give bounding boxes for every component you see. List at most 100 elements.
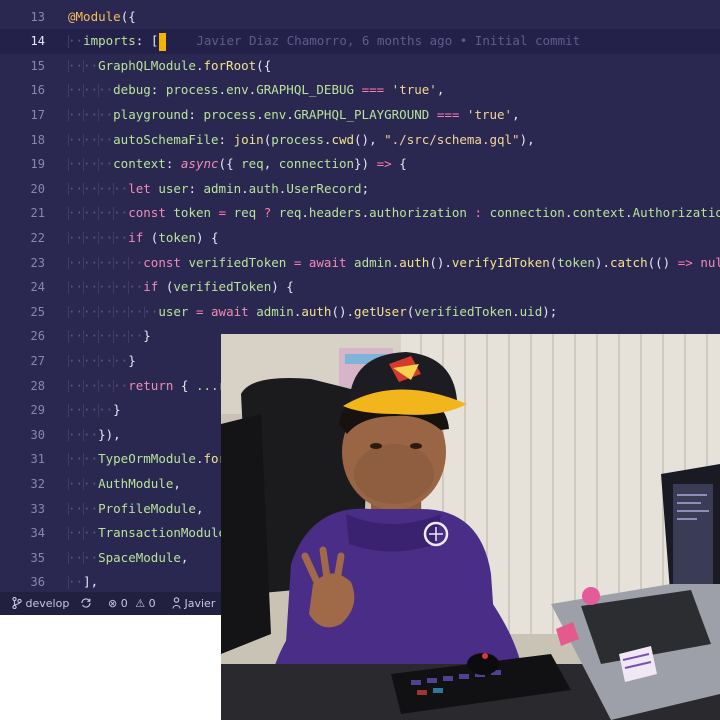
line-number: 16 — [30, 83, 45, 98]
code-text: ··········const verifiedToken = await ad… — [68, 251, 720, 276]
code-text: ············user = await admin.auth().ge… — [68, 300, 557, 325]
code-line[interactable]: 22 ········if (token) { — [0, 226, 720, 251]
code-token: : — [188, 180, 204, 196]
whitespace-marker: ···· — [68, 500, 99, 516]
code-token: === — [361, 82, 385, 98]
code-line[interactable]: 18 ······autoSchemaFile: join(process.cwd… — [0, 128, 720, 153]
code-token: , — [195, 500, 204, 516]
problems-indicator[interactable]: ⊗ 0 ⚠ 0 — [108, 592, 156, 615]
code-token: env — [226, 82, 249, 98]
code-token: ) { — [195, 229, 219, 245]
code-token: . — [512, 303, 520, 319]
code-token: (). — [331, 303, 355, 319]
code-token: join — [233, 131, 264, 147]
whitespace-marker: ········ — [68, 377, 129, 393]
code-token: 'true' — [466, 106, 513, 122]
branch-indicator[interactable]: develop — [12, 592, 69, 615]
sync-button[interactable] — [80, 592, 92, 615]
code-token: }), — [98, 426, 121, 442]
code-token: } — [143, 328, 151, 344]
code-token: . — [218, 82, 227, 98]
code-token: connection — [489, 205, 565, 221]
code-token: forRoot — [203, 57, 257, 73]
code-token: admin — [256, 303, 294, 319]
code-line[interactable]: 17 ······playground: process.env.GRAPHQL_… — [0, 103, 720, 128]
code-line[interactable]: 14 ··imports: [Javier Diaz Chamorro, 6 mo… — [0, 29, 720, 54]
developer-photo-illustration — [221, 334, 720, 720]
code-line[interactable]: 24 ··········if (verifiedToken) { — [0, 275, 720, 300]
line-number: 27 — [30, 353, 45, 368]
code-token: getUser — [354, 303, 407, 319]
code-token: ({ — [218, 156, 242, 172]
text-cursor — [159, 32, 167, 51]
code-line[interactable]: 20 ········let user: admin.auth.UserRecor… — [0, 177, 720, 202]
line-number: 33 — [30, 501, 45, 516]
code-text: ····ProfileModule, — [68, 497, 203, 522]
code-text: ······debug: process.env.GRAPHQL_DEBUG =… — [68, 78, 444, 103]
code-text: ········let user: admin.auth.UserRecord; — [68, 177, 369, 202]
code-token: debug — [113, 82, 151, 98]
code-token: user — [158, 303, 189, 319]
code-token: catch — [609, 254, 648, 270]
code-token: AuthModule — [98, 475, 174, 491]
code-token: playground — [113, 106, 189, 122]
error-icon: ⊗ — [108, 597, 118, 610]
code-token: : — [165, 156, 181, 172]
code-token: 'true' — [391, 82, 437, 98]
person-icon — [172, 597, 181, 609]
code-token: TransactionModule — [98, 525, 227, 541]
code-token: verifyIdToken — [451, 254, 550, 270]
line-number: 15 — [30, 58, 45, 73]
code-token: : — [150, 82, 166, 98]
code-token: }) — [354, 156, 377, 172]
code-line[interactable]: 15 ····GraphQLModule.forRoot({ — [0, 54, 720, 79]
whitespace-marker: ···· — [68, 57, 99, 73]
code-token: , — [512, 106, 520, 122]
code-token: await — [308, 254, 347, 270]
code-line[interactable]: 21 ········const token = req ? req.header… — [0, 201, 720, 226]
line-number: 32 — [30, 476, 45, 491]
code-line[interactable]: 13 @Module({ — [0, 5, 720, 30]
code-token: auth — [301, 303, 332, 319]
code-token: process — [203, 106, 257, 122]
code-line[interactable]: 25 ············user = await admin.auth().… — [0, 300, 720, 325]
code-token: verifiedToken — [173, 279, 272, 295]
code-token: let — [128, 180, 151, 196]
code-text: ··········} — [68, 324, 151, 349]
code-line[interactable]: 19 ······context: async({ req, connection… — [0, 152, 720, 177]
author-indicator[interactable]: Javier — [172, 592, 215, 615]
warning-count: 0 — [148, 597, 156, 610]
code-text: ····GraphQLModule.forRoot({ — [68, 54, 271, 79]
code-token: ({ — [256, 57, 272, 73]
code-token: (), — [354, 131, 385, 147]
code-token: , — [180, 549, 189, 565]
code-token: . — [256, 106, 264, 122]
code-token: , — [263, 156, 279, 172]
code-token: auth — [399, 254, 430, 270]
line-number: 18 — [30, 132, 45, 147]
code-token: TypeOrmModule — [98, 451, 196, 467]
code-line[interactable]: 23 ··········const verifiedToken = await … — [0, 251, 720, 276]
whitespace-marker: ······ — [68, 402, 114, 418]
code-token: , — [436, 82, 445, 98]
git-blame-annotation: Javier Diaz Chamorro, 6 months ago • Ini… — [196, 33, 581, 49]
line-number: 31 — [30, 452, 45, 467]
whitespace-marker: ···· — [68, 525, 99, 541]
code-token: => — [376, 156, 392, 172]
code-token: => — [677, 254, 693, 270]
code-token: (). — [429, 254, 452, 270]
line-number: 23 — [30, 255, 45, 270]
code-token: , — [173, 475, 181, 491]
line-number: 29 — [30, 403, 45, 418]
code-text: ····SpaceModule, — [68, 546, 188, 571]
code-token: user — [158, 180, 189, 196]
code-line[interactable]: 16 ······debug: process.env.GRAPHQL_DEBUG… — [0, 78, 720, 103]
code-token: ], — [83, 574, 99, 590]
code-token: process — [165, 82, 219, 98]
code-token: env — [263, 106, 287, 122]
code-token: === — [436, 106, 460, 122]
code-token: async — [180, 156, 219, 172]
code-token: = — [218, 205, 227, 221]
code-token: autoSchemaFile — [113, 131, 219, 147]
